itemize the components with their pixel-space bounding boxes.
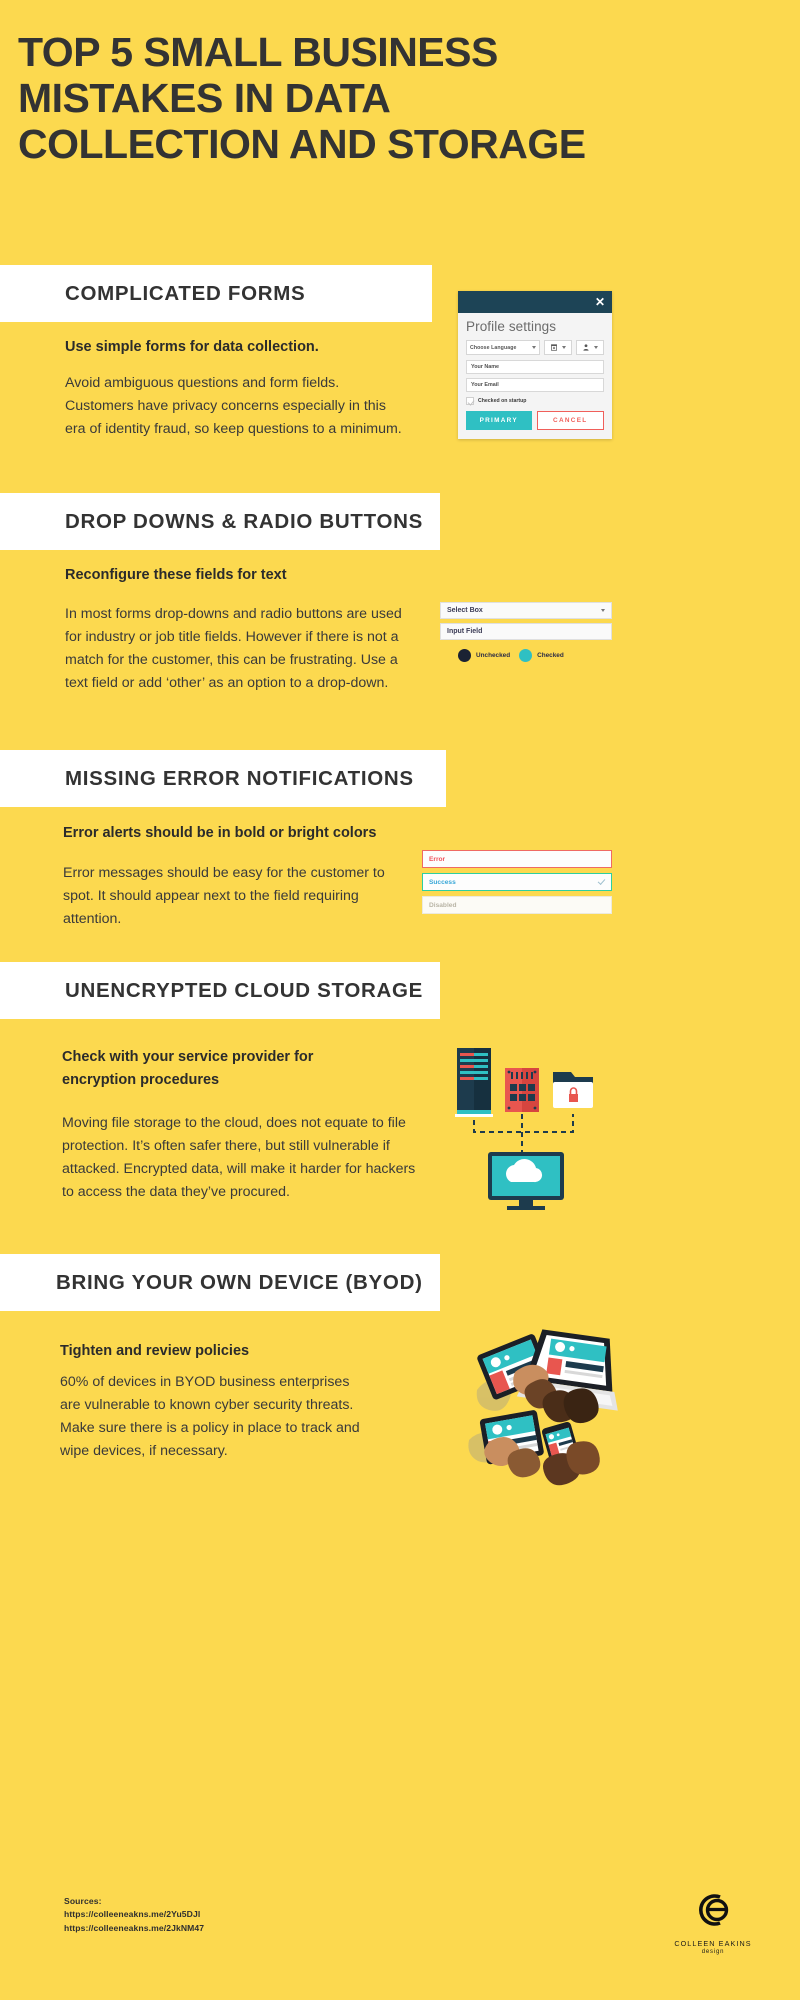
radio-unchecked-icon[interactable] — [458, 649, 471, 662]
select-box[interactable]: Select Box — [440, 602, 612, 619]
source-link-1[interactable]: https://colleeneakns.me/2Yu5DJl — [64, 1908, 204, 1921]
calendar-select[interactable] — [544, 340, 572, 355]
section-body: In most forms drop-downs and radio butto… — [65, 606, 402, 691]
alert-success-label: Success — [429, 878, 456, 886]
section-banner-cloud-storage: UNENCRYPTED CLOUD STORAGE — [0, 962, 440, 1019]
section-banner-complicated-forms: COMPLICATED FORMS — [0, 265, 432, 322]
checkbox-label: Checked on startup — [478, 398, 527, 404]
section-heading: BRING YOUR OWN DEVICE (BYOD) — [56, 1270, 423, 1294]
alert-widgets-group: Error Success Disabled — [422, 850, 612, 919]
section-heading: UNENCRYPTED CLOUD STORAGE — [65, 978, 424, 1002]
section-heading: DROP DOWNS & RADIO BUTTONS — [65, 509, 423, 533]
select-box-value: Select Box — [447, 607, 483, 614]
form-widgets-group: Select Box Input Field Unchecked Checked — [440, 602, 612, 662]
radio-checked-icon[interactable] — [519, 649, 533, 662]
radio-group: Unchecked Checked — [440, 649, 612, 662]
section-body: Moving file storage to the cloud, does n… — [62, 1115, 416, 1200]
colleen-eakins-monogram-icon — [699, 1894, 729, 1926]
section-body: Avoid ambiguous questions and form field… — [65, 375, 402, 437]
radio-unchecked-label: Unchecked — [476, 652, 511, 659]
checkbox-icon[interactable] — [466, 397, 474, 405]
close-icon[interactable]: ✕ — [595, 294, 605, 310]
section-lede: Check with your service provider for enc… — [62, 1049, 314, 1089]
sources-block: Sources: https://colleeneakns.me/2Yu5DJl… — [64, 1895, 204, 1935]
language-select[interactable]: Choose Language — [466, 340, 540, 355]
dialog-title: Profile settings — [466, 319, 557, 334]
startup-checkbox-row[interactable]: Checked on startup — [466, 397, 604, 405]
section-banner-error-notifications: MISSING ERROR NOTIFICATIONS — [0, 750, 446, 807]
sources-label: Sources: — [64, 1896, 102, 1906]
name-field[interactable]: Your Name — [466, 360, 604, 374]
dialog-select-row: Choose Language — [466, 340, 604, 355]
locked-folder-icon — [553, 1072, 593, 1108]
section-lede: Use simple forms for data collection. — [65, 339, 319, 355]
dialog-buttons: PRIMARY CANCEL — [466, 411, 604, 430]
chevron-down-icon — [561, 346, 566, 349]
radio-checked-label: Checked — [537, 652, 564, 659]
page-title: TOP 5 SMALL BUSINESS MISTAKES IN DATA CO… — [18, 29, 586, 167]
infographic-page: TOP 5 SMALL BUSINESS MISTAKES IN DATA CO… — [0, 0, 800, 2000]
dashed-connectors — [473, 1114, 574, 1152]
memory-chip-icon — [505, 1068, 539, 1112]
check-icon — [597, 876, 606, 885]
alert-success[interactable]: Success — [422, 873, 612, 891]
byod-devices-illustration — [468, 1329, 618, 1486]
chevron-down-icon — [601, 609, 605, 612]
dialog-titlebar: ✕ — [458, 291, 612, 313]
dialog-body: Profile settings Choose Language Your Na… — [458, 313, 612, 439]
section-body: Error messages should be easy for the cu… — [63, 865, 385, 927]
user-select[interactable] — [576, 340, 604, 355]
alert-disabled-label: Disabled — [429, 901, 457, 909]
radio-checked[interactable]: Checked — [519, 649, 564, 662]
calendar-icon — [550, 344, 557, 351]
email-field[interactable]: Your Email — [466, 378, 604, 392]
radio-unchecked[interactable]: Unchecked — [458, 649, 510, 662]
section-lede: Reconfigure these fields for text — [65, 567, 287, 583]
logo-subtitle: design — [701, 1949, 725, 1955]
alert-error-label: Error — [429, 855, 446, 863]
profile-settings-dialog[interactable]: ✕ Profile settings Choose Language Your … — [458, 291, 612, 439]
alert-error[interactable]: Error — [422, 850, 612, 868]
server-icon — [455, 1048, 493, 1117]
source-link-2[interactable]: https://colleeneakns.me/2JkNM47 — [64, 1922, 204, 1935]
primary-button[interactable]: PRIMARY — [466, 411, 532, 430]
input-field-value: Input Field — [447, 628, 483, 635]
brand-logo: COLLEEN EAKINS design — [668, 1888, 758, 1955]
alert-disabled: Disabled — [422, 896, 612, 914]
section-heading: MISSING ERROR NOTIFICATIONS — [65, 766, 414, 790]
section-banner-byod: BRING YOUR OWN DEVICE (BYOD) — [0, 1254, 440, 1311]
chevron-down-icon — [593, 346, 598, 349]
cloud-storage-illustration — [455, 1048, 593, 1210]
section-banner-drop-downs: DROP DOWNS & RADIO BUTTONS — [0, 493, 440, 550]
logo-name: COLLEEN EAKINS — [674, 1939, 752, 1948]
cancel-button[interactable]: CANCEL — [536, 411, 604, 430]
input-field[interactable]: Input Field — [440, 623, 612, 640]
section-heading: COMPLICATED FORMS — [65, 281, 306, 305]
language-select-value: Choose Language — [470, 344, 517, 351]
cloud-monitor-icon — [488, 1152, 564, 1210]
chevron-down-icon — [532, 346, 536, 349]
section-lede: Error alerts should be in bold or bright… — [63, 825, 377, 841]
user-icon — [582, 344, 589, 351]
section-body: 60% of devices in BYOD business enterpri… — [60, 1374, 360, 1459]
section-lede: Tighten and review policies — [60, 1343, 250, 1359]
